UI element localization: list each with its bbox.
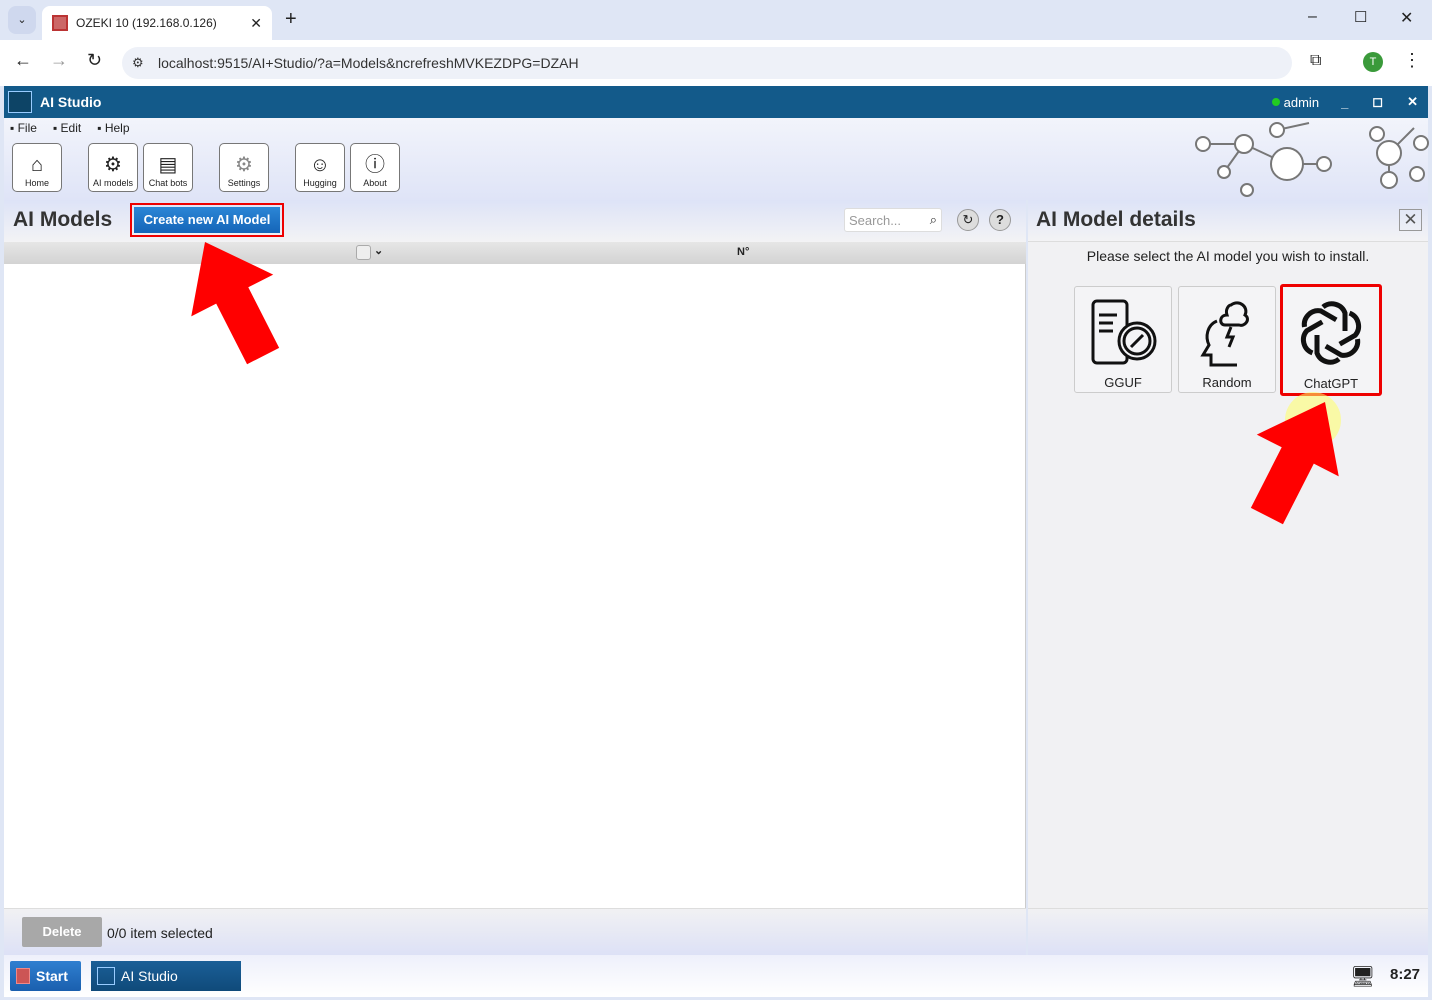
hugging-face-icon: ☺: [309, 154, 331, 176]
toolbar-label: Hugging: [303, 178, 337, 188]
toolbar-ai-models-button[interactable]: ⚙ AI models: [88, 143, 138, 192]
new-tab-button[interactable]: +: [285, 8, 297, 31]
gguf-icon: [1091, 299, 1157, 365]
home-icon: ⌂: [30, 154, 44, 176]
model-card-gguf[interactable]: GGUF: [1074, 286, 1172, 393]
random-icon: [1200, 301, 1249, 367]
desktop-icon[interactable]: 🖥: [1350, 964, 1375, 989]
panel-footer: Delete 0/0 item selected: [4, 908, 1026, 955]
model-card-chatgpt[interactable]: ChatGPT: [1280, 284, 1382, 396]
toolbar-hugging-button[interactable]: ☺ Hugging: [295, 143, 345, 192]
start-button[interactable]: Start: [10, 961, 81, 991]
menu-help[interactable]: ▪ Help: [97, 121, 129, 135]
menu-edit-label: Edit: [60, 121, 82, 135]
tab-list-button[interactable]: ⌄: [8, 6, 36, 34]
chat-bots-icon: ▤: [158, 154, 178, 176]
app-maximize-button[interactable]: ◻: [1372, 94, 1383, 110]
search-placeholder: Search...: [849, 213, 902, 228]
ai-model-details-panel: AI Model details ✕ Please select the AI …: [1028, 200, 1428, 955]
forward-icon[interactable]: →: [50, 50, 68, 71]
model-label: Random: [1202, 375, 1252, 390]
column-number-header[interactable]: N°: [737, 246, 749, 258]
selection-status: 0/0 item selected: [107, 925, 213, 941]
toolbar-home-button[interactable]: ⌂ Home: [12, 143, 62, 192]
search-icon[interactable]: ⌕: [930, 212, 937, 228]
profile-avatar[interactable]: T: [1363, 52, 1383, 72]
browser-tab[interactable]: OZEKI 10 (192.168.0.126) ✕: [42, 6, 272, 40]
start-label: Start: [36, 968, 68, 984]
chevron-down-icon[interactable]: ⌄: [374, 244, 383, 257]
toolbar-label: Chat bots: [148, 178, 188, 188]
tab-title: OZEKI 10 (192.168.0.126): [76, 16, 217, 30]
taskbar: Start AI Studio 🖥 8:27: [4, 955, 1428, 997]
browser-tab-bar: ⌄ OZEKI 10 (192.168.0.126) ✕ + – ☐ ✕: [0, 0, 1432, 40]
menu-edit[interactable]: ▪ Edit: [53, 121, 81, 135]
help-icon[interactable]: ?: [989, 209, 1011, 231]
toolbar-label: AI models: [92, 178, 134, 188]
details-footer: [1028, 908, 1428, 955]
site-info-icon[interactable]: ⚙: [132, 55, 144, 71]
menu-bar: ▪ File ▪ Edit ▪ Help: [10, 121, 130, 135]
create-highlight: Create new AI Model: [130, 203, 284, 237]
install-instruction: Please select the AI model you wish to i…: [1086, 248, 1370, 264]
minimize-window-icon[interactable]: –: [1308, 8, 1317, 26]
toolbar-label: Home: [24, 178, 49, 188]
toolbar-label: Settings: [227, 178, 261, 188]
ai-studio-icon: [97, 967, 115, 985]
menu-toolbar-area: ▪ File ▪ Edit ▪ Help ⌂ Home ⚙ AI models ▤ C…: [4, 118, 1429, 200]
openai-logo-icon: [1295, 301, 1367, 369]
page-title: AI Models: [13, 208, 113, 231]
menu-help-label: Help: [104, 121, 130, 135]
ai-studio-logo-icon: [8, 91, 32, 113]
app-title-bar: AI Studio admin _ ◻ ✕: [4, 86, 1428, 118]
search-input[interactable]: Search... ⌕: [844, 208, 942, 232]
toolbar-about-button[interactable]: ⓘ About: [350, 143, 400, 192]
refresh-icon[interactable]: ↻: [957, 209, 979, 231]
menu-file[interactable]: ▪ File: [10, 121, 37, 135]
browser-menu-icon[interactable]: ⋮: [1403, 50, 1421, 71]
menu-file-label: File: [17, 121, 37, 135]
taskbar-app-label: AI Studio: [121, 968, 178, 984]
create-new-ai-model-button[interactable]: Create new AI Model: [134, 207, 280, 233]
toolbar-label: About: [363, 178, 387, 188]
back-icon[interactable]: ←: [14, 50, 32, 71]
model-label: ChatGPT: [1303, 376, 1359, 391]
close-details-button[interactable]: ✕: [1399, 209, 1422, 231]
delete-button[interactable]: Delete: [22, 917, 102, 947]
close-window-icon[interactable]: ✕: [1400, 8, 1413, 28]
toolbar-settings-button[interactable]: ⚙ Settings: [219, 143, 269, 192]
app-title: AI Studio: [40, 94, 102, 110]
ai-models-icon: ⚙: [104, 154, 122, 176]
table-header: ⌄ N°: [4, 242, 1026, 264]
url-text: localhost:9515/AI+Studio/?a=Models&ncref…: [158, 55, 579, 71]
app-minimize-button[interactable]: _: [1341, 95, 1348, 110]
reload-icon[interactable]: ↻: [87, 50, 102, 71]
gear-icon: ⚙: [235, 154, 253, 176]
app-close-button[interactable]: ✕: [1407, 94, 1418, 110]
details-title: AI Model details: [1036, 208, 1196, 231]
info-icon: ⓘ: [365, 154, 385, 176]
ozeki-icon: [16, 968, 30, 984]
online-status-icon: [1271, 98, 1280, 106]
url-input[interactable]: ⚙ localhost:9515/AI+Studio/?a=Models&ncr…: [122, 47, 1292, 79]
user-name[interactable]: admin: [1284, 95, 1319, 110]
ozeki-favicon-icon: [52, 15, 68, 31]
ai-models-panel: AI Models Create new AI Model Search... …: [4, 200, 1026, 955]
extensions-icon[interactable]: ⧉: [1310, 52, 1321, 70]
panel-header: AI Models Create new AI Model Search... …: [4, 200, 1026, 242]
taskbar-ai-studio[interactable]: AI Studio: [91, 961, 241, 991]
toolbar-chat-bots-button[interactable]: ▤ Chat bots: [143, 143, 193, 192]
model-label: GGUF: [1104, 375, 1142, 390]
network-decoration-icon: [1195, 122, 1429, 197]
details-header: AI Model details ✕: [1028, 200, 1428, 242]
select-all-checkbox[interactable]: [356, 245, 371, 260]
clock: 8:27: [1390, 966, 1421, 983]
model-card-random[interactable]: Random: [1178, 286, 1276, 393]
maximize-window-icon[interactable]: ☐: [1354, 8, 1367, 26]
close-tab-icon[interactable]: ✕: [250, 15, 262, 32]
